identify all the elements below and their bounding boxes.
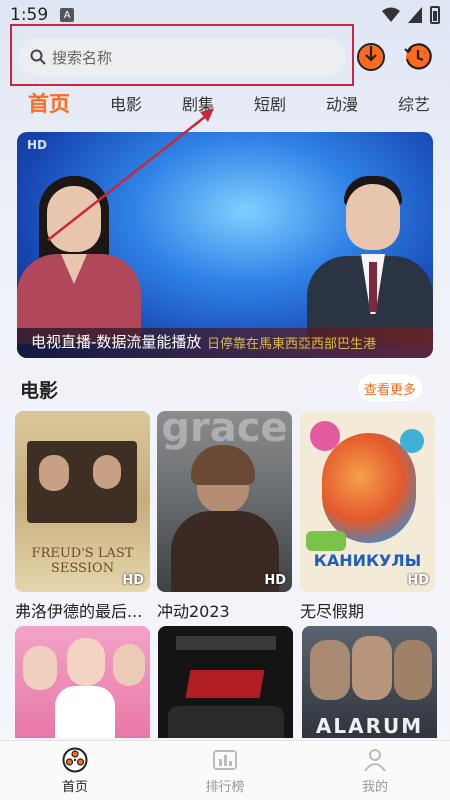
movie-poster[interactable] bbox=[15, 626, 150, 738]
movie-poster[interactable]: ALARUM bbox=[302, 626, 437, 738]
see-more-button[interactable]: 查看更多 bbox=[358, 375, 422, 401]
movie-card[interactable]: КАНИКУЛЫ HD 无尽假期 bbox=[300, 411, 435, 622]
movie-title: 无尽假期 bbox=[300, 602, 365, 621]
bottom-nav-label: 首页 bbox=[61, 779, 88, 795]
category-tabs: 首页 电影 剧集 短剧 动漫 综艺 bbox=[0, 86, 450, 120]
search-icon bbox=[30, 49, 46, 65]
tab-short-drama[interactable]: 短剧 bbox=[254, 91, 286, 115]
poster-title: КАНИКУЛЫ bbox=[313, 551, 422, 570]
movie-poster: FREUD'S LAST SESSION HD bbox=[15, 411, 150, 592]
profile-icon bbox=[364, 748, 386, 772]
movie-poster: grace HD bbox=[157, 411, 292, 592]
signal-icon bbox=[408, 7, 422, 23]
ticker-text: 日停靠在馬東西亞西部巴生港 bbox=[207, 337, 377, 352]
movie-poster: КАНИКУЛЫ HD bbox=[300, 411, 435, 592]
bottom-nav-profile[interactable]: 我的 bbox=[300, 741, 450, 800]
search-placeholder: 搜索名称 bbox=[52, 48, 113, 67]
download-icon[interactable] bbox=[356, 42, 386, 72]
movie-title: 冲动2023 bbox=[157, 602, 230, 621]
hd-badge: HD bbox=[407, 573, 429, 588]
sim-icon: A bbox=[60, 8, 75, 22]
hd-badge: HD bbox=[264, 573, 286, 588]
tab-variety[interactable]: 综艺 bbox=[398, 91, 430, 115]
ranking-icon bbox=[213, 749, 237, 770]
wifi-icon bbox=[382, 7, 400, 22]
bottom-nav-label: 我的 bbox=[361, 779, 388, 795]
movie-poster[interactable] bbox=[158, 626, 293, 738]
tab-series[interactable]: 剧集 bbox=[182, 91, 214, 115]
tab-home[interactable]: 首页 bbox=[28, 88, 70, 118]
live-tv-banner[interactable]: HD 日停靠在馬東西亞西部巴生港 电视直播-数据流量能播放 bbox=[17, 132, 433, 358]
tab-movies[interactable]: 电影 bbox=[110, 91, 142, 115]
banner-caption: 电视直播-数据流量能播放 bbox=[31, 333, 202, 351]
bottom-nav-home[interactable]: 首页 bbox=[0, 741, 150, 800]
movie-title: 弗洛伊德的最后... bbox=[15, 602, 143, 621]
tab-anime[interactable]: 动漫 bbox=[326, 91, 358, 115]
home-icon bbox=[62, 747, 88, 772]
search-highlight-frame: 搜索名称 bbox=[10, 24, 354, 86]
news-anchor-left bbox=[17, 136, 147, 344]
news-anchor-right bbox=[297, 136, 433, 346]
status-time: 1:59 bbox=[10, 5, 49, 25]
hd-badge: HD bbox=[122, 573, 144, 588]
bottom-navigation: 首页 排行榜 我的 bbox=[0, 740, 450, 800]
poster-title: FREUD'S LAST SESSION bbox=[31, 546, 134, 576]
history-icon[interactable] bbox=[403, 42, 433, 72]
movie-card[interactable]: grace HD 冲动2023 bbox=[157, 411, 292, 622]
battery-icon bbox=[430, 6, 440, 24]
poster-title: ALARUM bbox=[315, 714, 424, 738]
bottom-nav-label: 排行榜 bbox=[205, 779, 245, 795]
search-input[interactable]: 搜索名称 bbox=[18, 38, 346, 76]
bottom-nav-ranking[interactable]: 排行榜 bbox=[150, 741, 300, 800]
movie-card[interactable]: FREUD'S LAST SESSION HD 弗洛伊德的最后... bbox=[15, 411, 150, 622]
section-title-movies: 电影 bbox=[20, 380, 59, 402]
